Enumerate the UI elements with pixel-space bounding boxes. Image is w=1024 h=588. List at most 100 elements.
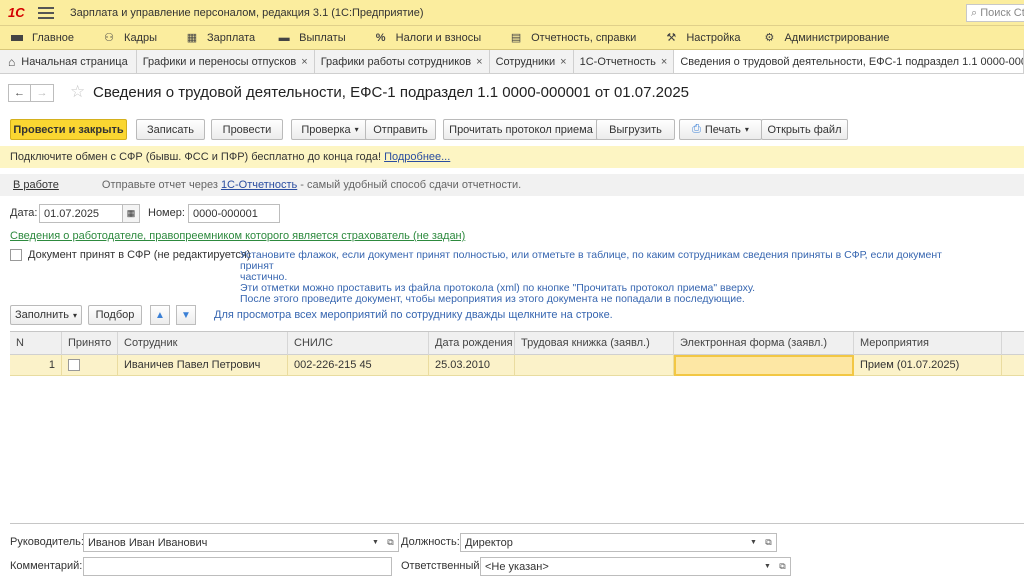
export-button[interactable]: Выгрузить bbox=[596, 119, 675, 140]
cell-accepted[interactable] bbox=[62, 355, 118, 376]
menu-item-salary[interactable]: ▦ Зарплата bbox=[177, 26, 263, 50]
responsible-label: Ответственный: bbox=[401, 560, 483, 572]
number-label: Номер: bbox=[148, 207, 185, 219]
page-title: Сведения о трудовой деятельности, ЕФС-1 … bbox=[93, 84, 690, 101]
responsible-field[interactable]: <Не указан> bbox=[480, 557, 761, 576]
open-windows-tabs: ⌂ Начальная страница Графики и переносы … bbox=[0, 50, 1024, 74]
cell-snils: 002-226-215 45 bbox=[288, 355, 429, 376]
save-button[interactable]: Записать bbox=[136, 119, 205, 140]
position-field[interactable]: Директор bbox=[460, 533, 747, 552]
status-note-prefix: Отправьте отчет через bbox=[101, 179, 221, 191]
menu-item-label: Зарплата bbox=[207, 31, 256, 44]
document-status-bar: В работе Отправьте отчет через 1С-Отчетн… bbox=[0, 174, 1024, 196]
tab-vacation-schedules[interactable]: Графики и переносы отпусков × bbox=[136, 50, 315, 73]
column-header-e-form[interactable]: Электронная форма (заявл.) bbox=[674, 332, 854, 355]
move-down-icon[interactable]: ▼ bbox=[176, 305, 196, 325]
head-label: Руководитель: bbox=[10, 536, 84, 548]
calendar-icon[interactable]: ▦ bbox=[122, 204, 140, 223]
status-note-suffix: - самый удобный способ сдачи отчетности. bbox=[297, 179, 522, 191]
close-icon[interactable]: × bbox=[661, 56, 667, 68]
menu-item-label: Настройка bbox=[686, 31, 741, 44]
open-link-icon[interactable]: ⧉ bbox=[761, 533, 777, 552]
column-header-snils[interactable]: СНИЛС bbox=[288, 332, 429, 355]
accepted-checkbox-row[interactable]: Документ принят в СФР (не редактируется) bbox=[10, 249, 251, 261]
accepted-checkbox[interactable] bbox=[10, 249, 22, 261]
search-icon: ⌕ bbox=[971, 7, 978, 19]
menu-item-label: Отчетность, справки bbox=[531, 31, 637, 44]
open-file-button[interactable]: Открыть файл bbox=[761, 119, 848, 140]
print-button[interactable]: ⎙ Печать ▾ bbox=[679, 119, 762, 140]
employer-successor-link[interactable]: Сведения о работодателе, правопреемником… bbox=[10, 230, 465, 242]
chevron-down-icon: ▾ bbox=[744, 125, 749, 134]
check-button[interactable]: Проверка ▾ bbox=[291, 119, 369, 140]
menu-item-settings[interactable]: ⚒ Настройка bbox=[656, 26, 748, 50]
bars-icon bbox=[10, 32, 24, 44]
move-up-icon[interactable]: ▲ bbox=[150, 305, 170, 325]
main-menu-icon[interactable] bbox=[38, 6, 54, 19]
cell-labor-book[interactable] bbox=[515, 355, 674, 376]
calculator-icon: ▦ bbox=[186, 32, 198, 44]
menu-item-hr[interactable]: ⚇ Кадры bbox=[94, 26, 165, 50]
search-input[interactable]: ⌕ Поиск Ctrl+Shift+F bbox=[966, 4, 1024, 22]
menu-item-label: Администрирование bbox=[784, 31, 890, 44]
chevron-down-icon[interactable]: ▼ bbox=[368, 533, 384, 552]
row-accepted-checkbox[interactable] bbox=[68, 359, 80, 371]
tab-home[interactable]: ⌂ Начальная страница bbox=[0, 50, 137, 73]
chevron-down-icon[interactable]: ▼ bbox=[746, 533, 762, 552]
tab-label: Графики работы сотрудников bbox=[320, 55, 472, 68]
tab-current-document[interactable]: Сведения о трудовой деятельности, ЕФС-1 … bbox=[674, 50, 1024, 73]
tab-1c-reporting[interactable]: 1С-Отчетность × bbox=[573, 50, 675, 73]
column-header-events[interactable]: Мероприятия bbox=[854, 332, 1002, 355]
tab-label: Сведения о трудовой деятельности, ЕФС-1 … bbox=[680, 55, 1023, 68]
cell-e-form[interactable] bbox=[674, 355, 854, 376]
back-button[interactable]: ← bbox=[8, 84, 31, 102]
document-state-link[interactable]: В работе bbox=[13, 179, 59, 191]
number-field[interactable]: 0000-000001 bbox=[188, 204, 280, 223]
column-header-accepted[interactable]: Принято bbox=[62, 332, 118, 355]
status-note: Отправьте отчет через 1С-Отчетность - са… bbox=[102, 179, 521, 191]
chevron-down-icon[interactable]: ▼ bbox=[760, 557, 776, 576]
home-icon: ⌂ bbox=[8, 54, 16, 69]
send-button[interactable]: Отправить bbox=[365, 119, 436, 140]
tab-employees[interactable]: Сотрудники × bbox=[489, 50, 574, 73]
hint-line: После этого проведите документ, чтобы ме… bbox=[240, 293, 745, 305]
open-link-icon[interactable]: ⧉ bbox=[775, 557, 791, 576]
head-field[interactable]: Иванов Иван Иванович bbox=[83, 533, 369, 552]
column-header-birth-date[interactable]: Дата рождения bbox=[429, 332, 515, 355]
pick-button[interactable]: Подбор bbox=[88, 305, 142, 325]
menu-item-payments[interactable]: ▬ Выплаты bbox=[269, 26, 353, 50]
post-button[interactable]: Провести bbox=[211, 119, 283, 140]
close-icon[interactable]: × bbox=[560, 56, 566, 68]
gear-icon: ⚙ bbox=[764, 32, 775, 44]
cell-employee: Иваничев Павел Петрович bbox=[118, 355, 288, 376]
tab-label: Начальная страница bbox=[21, 55, 128, 68]
fill-button[interactable]: Заполнить ▾ bbox=[10, 305, 82, 325]
table-row[interactable]: 1 Иваничев Павел Петрович 002-226-215 45… bbox=[10, 355, 1024, 376]
open-link-icon[interactable]: ⧉ bbox=[383, 533, 399, 552]
fill-label: Заполнить bbox=[14, 309, 69, 321]
reporting-link[interactable]: 1С-Отчетность bbox=[221, 179, 297, 191]
app-logo: 1С bbox=[8, 5, 25, 20]
column-header-employee[interactable]: Сотрудник bbox=[118, 332, 288, 355]
column-header-labor-book[interactable]: Трудовая книжка (заявл.) bbox=[515, 332, 674, 355]
menu-item-admin[interactable]: ⚙ Администрирование bbox=[754, 26, 897, 50]
tab-work-schedules[interactable]: Графики работы сотрудников × bbox=[314, 50, 490, 73]
post-and-close-button[interactable]: Провести и закрыть bbox=[10, 119, 127, 140]
favorite-star-icon[interactable]: ☆ bbox=[70, 82, 85, 102]
date-field[interactable]: 01.07.2025 bbox=[39, 204, 123, 223]
promo-banner: Подключите обмен с СФР (бывш. ФСС и ПФР)… bbox=[0, 146, 1024, 168]
menu-item-reports[interactable]: ▤ Отчетность, справки bbox=[501, 26, 644, 50]
forward-button[interactable]: → bbox=[31, 84, 54, 102]
read-protocol-button[interactable]: Прочитать протокол приема bbox=[443, 119, 599, 140]
table-hint: Для просмотра всех мероприятий по сотруд… bbox=[214, 309, 613, 321]
menu-item-taxes[interactable]: % Налоги и взносы bbox=[366, 26, 490, 50]
accepted-label: Документ принят в СФР (не редактируется) bbox=[28, 249, 251, 261]
app-title: Зарплата и управление персоналом, редакц… bbox=[70, 6, 424, 19]
comment-field[interactable] bbox=[83, 557, 392, 576]
column-header-n[interactable]: N bbox=[10, 332, 62, 355]
close-icon[interactable]: × bbox=[476, 56, 482, 68]
head-position-row: Руководитель: Иванов Иван Иванович ▼ ⧉ Д… bbox=[10, 533, 1020, 552]
close-icon[interactable]: × bbox=[301, 56, 307, 68]
banner-more-link[interactable]: Подробнее... bbox=[384, 151, 450, 163]
menu-item-main[interactable]: Главное bbox=[0, 26, 82, 50]
